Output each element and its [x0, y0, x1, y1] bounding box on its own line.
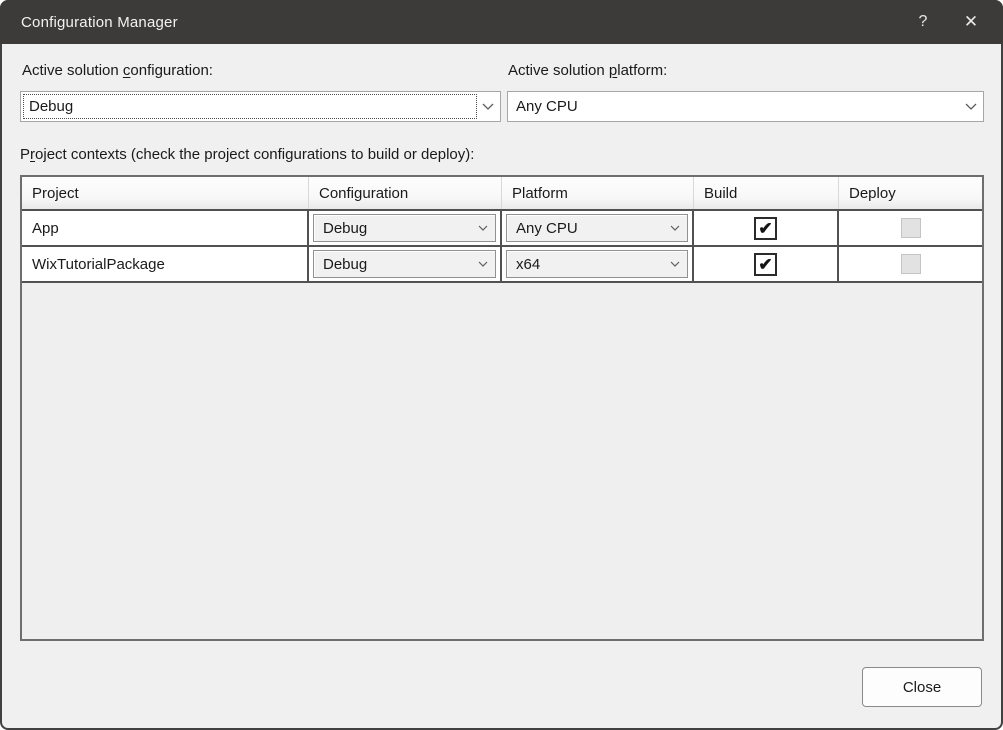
- active-solution-platform-select[interactable]: Any CPU: [507, 91, 984, 122]
- row-configuration-select[interactable]: Debug: [313, 214, 496, 242]
- project-contexts-label: Project contexts (check the project conf…: [20, 146, 474, 163]
- platform-cell: Any CPU: [502, 211, 694, 245]
- close-window-button[interactable]: ✕: [947, 0, 995, 44]
- deploy-cell: [839, 247, 982, 281]
- grid-empty-area: [22, 283, 982, 639]
- build-cell: ✔: [694, 211, 839, 245]
- deploy-cell: [839, 211, 982, 245]
- chevron-down-icon: [663, 225, 687, 231]
- platform-cell: x64: [502, 247, 694, 281]
- column-header-project: Project: [22, 177, 309, 209]
- active-solution-configuration-select[interactable]: Debug: [20, 91, 501, 122]
- configuration-manager-dialog: Configuration Manager ? ✕ Active solutio…: [0, 0, 1003, 730]
- chevron-down-icon: [959, 103, 983, 110]
- configuration-cell: Debug: [309, 211, 502, 245]
- chevron-down-icon: [663, 261, 687, 267]
- chevron-down-icon: [476, 103, 500, 110]
- titlebar: Configuration Manager ? ✕: [0, 0, 1003, 44]
- row-platform-select[interactable]: Any CPU: [506, 214, 688, 242]
- column-header-configuration: Configuration: [309, 177, 502, 209]
- build-checkbox[interactable]: ✔: [754, 217, 777, 240]
- window-title: Configuration Manager: [0, 14, 178, 31]
- help-icon: ?: [919, 13, 928, 31]
- titlebar-buttons: ? ✕: [899, 0, 1003, 44]
- active-solution-platform-label: Active solution platform:: [508, 62, 667, 79]
- help-button[interactable]: ?: [899, 0, 947, 44]
- checkmark-icon: ✔: [758, 220, 772, 237]
- project-name-cell: WixTutorialPackage: [22, 247, 309, 281]
- active-solution-configuration-label: Active solution configuration:: [22, 62, 213, 79]
- deploy-checkbox-disabled: [901, 218, 921, 238]
- deploy-checkbox-disabled: [901, 254, 921, 274]
- active-solution-configuration-value: Debug: [21, 98, 476, 115]
- table-row: WixTutorialPackage Debug x64: [22, 247, 982, 283]
- checkmark-icon: ✔: [758, 256, 772, 273]
- chevron-down-icon: [471, 261, 495, 267]
- row-configuration-select[interactable]: Debug: [313, 250, 496, 278]
- column-header-deploy: Deploy: [839, 177, 982, 209]
- close-icon: ✕: [964, 12, 978, 32]
- active-solution-platform-value: Any CPU: [508, 98, 959, 115]
- build-cell: ✔: [694, 247, 839, 281]
- column-header-build: Build: [694, 177, 839, 209]
- project-name-cell: App: [22, 211, 309, 245]
- project-contexts-grid: Project Configuration Platform Build Dep…: [20, 175, 984, 641]
- build-checkbox[interactable]: ✔: [754, 253, 777, 276]
- table-row: App Debug Any CPU ✔: [22, 211, 982, 247]
- row-platform-select[interactable]: x64: [506, 250, 688, 278]
- chevron-down-icon: [471, 225, 495, 231]
- close-button[interactable]: Close: [862, 667, 982, 707]
- column-header-platform: Platform: [502, 177, 694, 209]
- grid-header-row: Project Configuration Platform Build Dep…: [22, 177, 982, 211]
- configuration-cell: Debug: [309, 247, 502, 281]
